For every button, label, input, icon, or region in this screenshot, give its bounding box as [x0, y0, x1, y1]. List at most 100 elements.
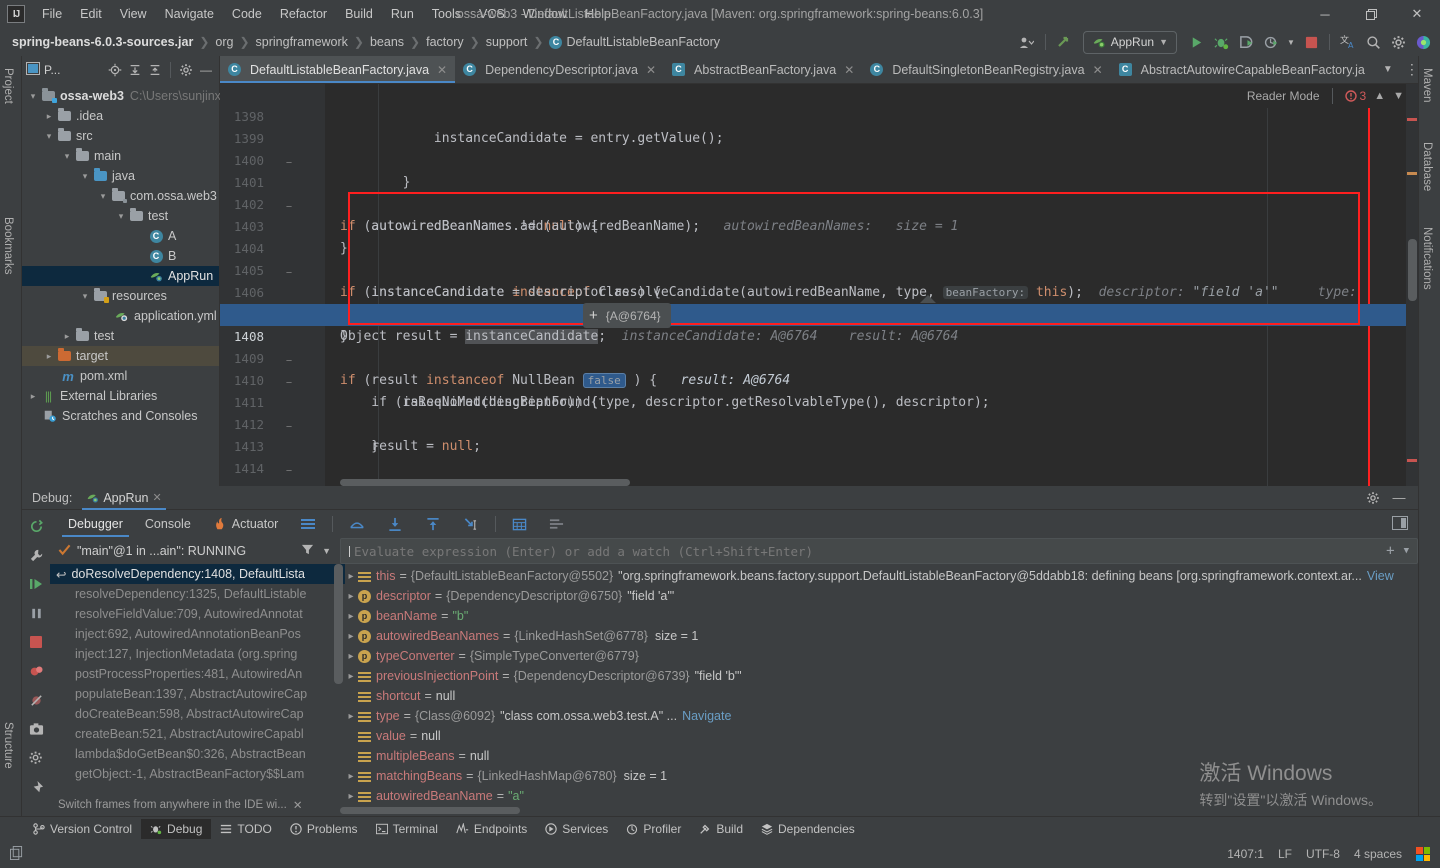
close-icon[interactable]: ✕: [153, 491, 162, 504]
settings-wrench-icon[interactable]: [26, 545, 46, 565]
menu-code[interactable]: Code: [223, 3, 271, 25]
chevron-right-icon[interactable]: ▸: [344, 611, 358, 622]
profile-icon[interactable]: [1260, 31, 1282, 53]
chevron-down-icon[interactable]: ▾: [60, 151, 74, 162]
close-icon[interactable]: ✕: [844, 63, 854, 77]
menu-view[interactable]: View: [111, 3, 156, 25]
variable-row[interactable]: ▸ p beanName = "b": [340, 606, 1418, 626]
close-icon[interactable]: ✕: [646, 63, 656, 77]
chevron-down-icon[interactable]: ▾: [26, 91, 40, 102]
breadcrumb-jar[interactable]: spring-beans-6.0.3-sources.jar: [12, 35, 193, 49]
breadcrumb-factory[interactable]: factory: [426, 35, 464, 49]
chevron-down-icon[interactable]: ▾: [78, 291, 92, 302]
bottom-tab-version-control[interactable]: Version Control: [24, 819, 141, 839]
menu-navigate[interactable]: Navigate: [156, 3, 223, 25]
variable-row[interactable]: ▸ previousInjectionPoint = {DependencyDe…: [340, 666, 1418, 686]
bottom-tab-endpoints[interactable]: Endpoints: [447, 819, 536, 839]
collapse-all-icon[interactable]: [146, 61, 164, 79]
chevron-down-icon[interactable]: ▼: [1404, 546, 1409, 556]
line-separator[interactable]: LF: [1278, 847, 1292, 861]
add-watch-icon[interactable]: +: [1386, 543, 1394, 559]
chevron-down-icon[interactable]: ▾: [96, 191, 110, 202]
run-to-cursor-icon[interactable]: [453, 512, 489, 537]
debug-icon[interactable]: [1210, 31, 1232, 53]
tree-item-main[interactable]: ▾ main: [22, 146, 219, 166]
close-icon[interactable]: ✕: [293, 798, 303, 812]
bottom-tab-terminal[interactable]: Terminal: [367, 819, 447, 839]
tree-item-test[interactable]: ▸ test: [22, 326, 219, 346]
reader-mode-label[interactable]: Reader Mode: [1247, 89, 1320, 103]
tree-item-package-com-ossa-web3[interactable]: ▾ com.ossa.web3: [22, 186, 219, 206]
prev-error-icon[interactable]: ▲: [1374, 90, 1385, 102]
chevron-right-icon[interactable]: ▸: [344, 771, 358, 782]
chevron-right-icon[interactable]: ▸: [344, 711, 358, 722]
chevron-down-icon[interactable]: ▾: [114, 211, 128, 222]
variables-hscrollbar[interactable]: [340, 807, 520, 814]
error-marker[interactable]: [1407, 459, 1417, 462]
expand-plus-icon[interactable]: +: [589, 307, 598, 324]
chevron-down-icon[interactable]: ▼: [1377, 59, 1399, 81]
camera-icon[interactable]: [26, 719, 46, 739]
menu-build[interactable]: Build: [336, 3, 382, 25]
tree-item-scratches[interactable]: Scratches and Consoles: [22, 406, 219, 426]
translate-icon[interactable]: 文A: [1337, 31, 1359, 53]
close-icon[interactable]: ✕: [1093, 63, 1103, 77]
caret-position[interactable]: 1407:1: [1227, 847, 1264, 861]
step-over-icon[interactable]: [339, 512, 375, 536]
debug-value-tooltip[interactable]: + {A@6764}: [583, 303, 671, 328]
breadcrumb-org[interactable]: org: [215, 35, 233, 49]
tab-debugger[interactable]: Debugger: [58, 512, 133, 537]
step-into-icon[interactable]: [377, 512, 413, 537]
tree-item-target[interactable]: ▸ target: [22, 346, 219, 366]
tab-dependency-descriptor[interactable]: C DependencyDescriptor.java ✕: [455, 56, 664, 83]
tree-item-class-a[interactable]: C A: [22, 226, 219, 246]
code-editor[interactable]: Reader Mode 3 ▲ ▼ 1398 instanceCandidate…: [220, 84, 1418, 486]
frames-list[interactable]: ↩ doResolveDependency:1408, DefaultLista…: [50, 564, 345, 790]
frame-row[interactable]: lambda$doGetBean$0:326, AbstractBean: [50, 744, 345, 764]
variable-row[interactable]: ▸ type = {Class@6092} "class com.ossa.we…: [340, 706, 1418, 726]
debug-layout-icon[interactable]: [1392, 515, 1418, 533]
evaluate-expression-input[interactable]: Evaluate expression (Enter) or add a wat…: [340, 538, 1418, 564]
expand-all-icon[interactable]: [126, 61, 144, 79]
variable-row[interactable]: multipleBeans = null: [340, 746, 1418, 766]
tab-default-listable-bean-factory[interactable]: C DefaultListableBeanFactory.java ✕: [220, 56, 456, 83]
tree-item-idea[interactable]: ▸ .idea: [22, 106, 219, 126]
debug-session-tab[interactable]: AppRun ✕: [80, 486, 167, 510]
rerun-icon[interactable]: [26, 516, 46, 536]
chevron-right-icon[interactable]: ▸: [344, 631, 358, 642]
locate-icon[interactable]: [106, 61, 124, 79]
close-icon[interactable]: ✕: [437, 63, 447, 77]
variable-row[interactable]: ▸ p descriptor = {DependencyDescriptor@6…: [340, 586, 1418, 606]
menu-tools[interactable]: Tools: [423, 3, 470, 25]
tree-item-java[interactable]: ▾ java: [22, 166, 219, 186]
tree-item-external-libraries[interactable]: ▸ ||| External Libraries: [22, 386, 219, 406]
search-icon[interactable]: [1362, 31, 1384, 53]
variable-row[interactable]: ▸ autowiredBeanName = "a": [340, 786, 1418, 806]
scrollbar-thumb[interactable]: [1408, 239, 1417, 301]
chevron-right-icon[interactable]: ▸: [344, 571, 358, 582]
resume-program-icon[interactable]: [26, 574, 46, 594]
pin-icon[interactable]: [26, 777, 46, 797]
breadcrumb-class[interactable]: DefaultListableBeanFactory: [566, 35, 720, 49]
layout-settings-icon[interactable]: [290, 512, 326, 536]
view-breakpoints-icon[interactable]: [26, 661, 46, 681]
updates-icon[interactable]: [1053, 31, 1075, 53]
frame-row[interactable]: inject:692, AutowiredAnnotationBeanPos: [50, 624, 345, 644]
bottom-tab-build[interactable]: Build: [690, 819, 752, 839]
tree-item-apprun[interactable]: AppRun: [22, 266, 219, 286]
bottom-tab-debug[interactable]: Debug: [141, 818, 212, 839]
bottom-tab-dependencies[interactable]: Dependencies: [752, 819, 864, 839]
frame-row[interactable]: ↩ doResolveDependency:1408, DefaultLista: [50, 564, 345, 584]
horizontal-scrollbar[interactable]: [340, 479, 630, 486]
evaluate-expression-icon[interactable]: [502, 512, 537, 537]
more-options-icon[interactable]: ⋮: [1401, 59, 1418, 81]
editor-scrollbar[interactable]: [1406, 84, 1418, 486]
menu-refactor[interactable]: Refactor: [271, 3, 336, 25]
variable-row[interactable]: ▸ this = {DefaultListableBeanFactory@550…: [340, 566, 1418, 586]
gear-icon[interactable]: [1362, 487, 1384, 509]
gear-icon[interactable]: [1387, 31, 1409, 53]
tree-item-resources[interactable]: ▾ resources: [22, 286, 219, 306]
gear-icon[interactable]: [177, 61, 195, 79]
tree-item-pom-xml[interactable]: m pom.xml: [22, 366, 219, 386]
breadcrumb-beans[interactable]: beans: [370, 35, 404, 49]
